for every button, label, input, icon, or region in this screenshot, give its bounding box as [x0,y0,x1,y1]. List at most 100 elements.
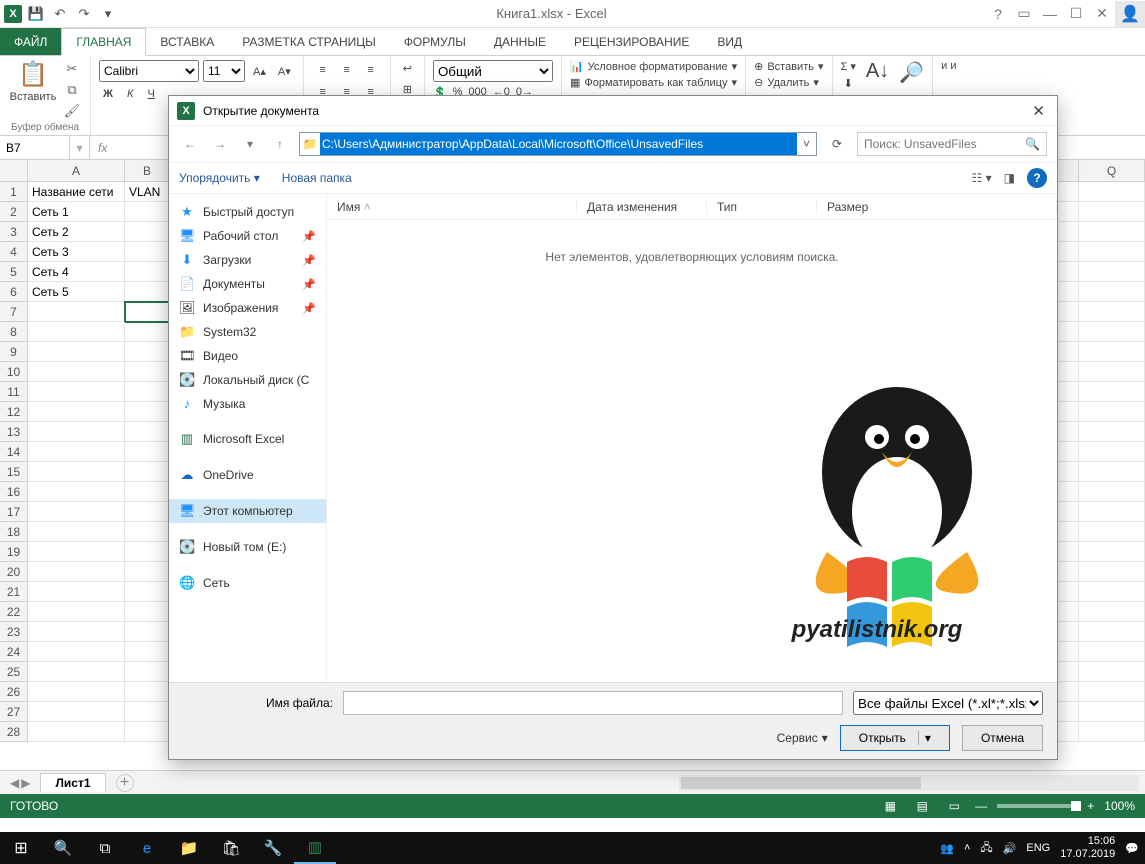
row-header[interactable]: 20 [0,562,28,582]
taskbar-store-icon[interactable]: 🛍 [210,832,252,864]
cell[interactable] [1079,502,1145,522]
cell[interactable] [1079,182,1145,202]
align-bottom-icon[interactable]: ≡ [360,60,382,80]
nav-desktop[interactable]: 🖥Рабочий стол📌 [169,224,326,248]
cell[interactable] [1079,482,1145,502]
cell[interactable] [1079,382,1145,402]
find-select-icon[interactable]: 🔎 [899,60,924,85]
minimize-icon[interactable]: — [1037,1,1063,27]
fill-icon[interactable]: ⬇ [844,77,853,90]
cell[interactable] [125,362,170,382]
nav-localdisk[interactable]: 💽Локальный диск (C [169,368,326,392]
help-icon[interactable]: ? [985,1,1011,27]
nav-up-icon[interactable]: ↑ [269,133,291,155]
nav-quick-access[interactable]: ★Быстрый доступ [169,200,326,224]
cell[interactable] [1079,362,1145,382]
row-header[interactable]: 28 [0,722,28,742]
row-header[interactable]: 10 [0,362,28,382]
name-box[interactable]: B7 [0,136,70,159]
row-header[interactable]: 22 [0,602,28,622]
tab-formulas[interactable]: ФОРМУЛЫ [390,28,480,55]
col-header-b[interactable]: B [125,160,170,182]
cell[interactable] [1079,402,1145,422]
cell[interactable] [125,302,170,322]
row-header[interactable]: 7 [0,302,28,322]
cell[interactable] [28,622,125,642]
qat-undo[interactable]: ↶ [50,4,70,24]
cancel-button[interactable]: Отмена [962,725,1043,751]
cell[interactable] [125,642,170,662]
preview-pane-icon[interactable]: ◨ [1004,171,1015,185]
cell[interactable] [125,282,170,302]
row-header[interactable]: 24 [0,642,28,662]
organize-button[interactable]: Упорядочить ▾ [179,171,260,185]
new-folder-button[interactable]: Новая папка [282,171,352,185]
row-header[interactable]: 18 [0,522,28,542]
cell[interactable] [1079,282,1145,302]
cell[interactable]: Сеть 1 [28,202,125,222]
ribbon-collapse-icon[interactable]: ▭ [1011,1,1037,27]
number-format-select[interactable]: Общий [433,60,553,82]
cell[interactable] [1079,242,1145,262]
cell[interactable] [125,462,170,482]
maximize-icon[interactable]: ☐ [1063,1,1089,27]
cell[interactable] [28,542,125,562]
add-sheet-button[interactable]: + [116,774,134,792]
nav-downloads[interactable]: ⬇Загрузки📌 [169,248,326,272]
cell[interactable] [28,562,125,582]
cell[interactable] [125,322,170,342]
cell[interactable] [28,502,125,522]
cell[interactable]: Название сети [28,182,125,202]
nav-system32[interactable]: 📁System32 [169,320,326,344]
bold-button[interactable]: Ж [99,86,117,102]
tray-up-icon[interactable]: ˄ [964,842,970,854]
row-header[interactable]: 12 [0,402,28,422]
row-header[interactable]: 14 [0,442,28,462]
tab-file[interactable]: ФАЙЛ [0,28,61,55]
cell[interactable]: Сеть 2 [28,222,125,242]
tray-people-icon[interactable]: 👥 [940,842,954,855]
view-page-break-icon[interactable]: ▭ [943,797,965,815]
cell[interactable]: VLAN [125,182,170,202]
cell[interactable]: Сеть 5 [28,282,125,302]
cell[interactable] [125,522,170,542]
row-header[interactable]: 4 [0,242,28,262]
row-header[interactable]: 3 [0,222,28,242]
sheet-nav-next-icon[interactable]: ▶ [21,776,30,790]
cell[interactable] [1079,642,1145,662]
italic-button[interactable]: К [123,86,137,102]
row-header[interactable]: 1 [0,182,28,202]
filename-input[interactable] [343,691,843,715]
tab-review[interactable]: РЕЦЕНЗИРОВАНИЕ [560,28,703,55]
tab-view[interactable]: ВИД [703,28,756,55]
autosum-icon[interactable]: Σ ▾ [841,60,856,73]
nav-back-icon[interactable]: ← [179,133,201,155]
task-view-icon[interactable]: ⧉ [84,832,126,864]
close-window-icon[interactable]: ✕ [1089,1,1115,27]
cell[interactable] [125,422,170,442]
col-size[interactable]: Размер [817,200,1057,214]
search-icon[interactable]: 🔍 [42,832,84,864]
file-type-select[interactable]: Все файлы Excel (*.xl*;*.xlsx;*.xl [853,691,1043,715]
nav-network[interactable]: 🌐Сеть [169,571,326,595]
cell[interactable] [125,202,170,222]
tray-sound-icon[interactable]: 🔊 [1003,842,1017,855]
cell[interactable]: Сеть 4 [28,262,125,282]
taskbar-edge-icon[interactable]: e [126,832,168,864]
cell[interactable] [1079,342,1145,362]
user-icon[interactable]: 👤 [1115,1,1145,27]
cell[interactable] [125,502,170,522]
tray-notifications-icon[interactable]: 💬 [1125,842,1139,855]
nav-onedrive[interactable]: ☁OneDrive [169,463,326,487]
cell[interactable] [1079,302,1145,322]
row-header[interactable]: 2 [0,202,28,222]
cell[interactable] [1079,722,1145,742]
cell[interactable] [125,602,170,622]
row-header[interactable]: 21 [0,582,28,602]
zoom-slider[interactable] [997,804,1077,808]
row-header[interactable]: 13 [0,422,28,442]
col-date[interactable]: Дата изменения [577,200,707,214]
row-header[interactable]: 19 [0,542,28,562]
cell[interactable] [1079,622,1145,642]
cell[interactable] [1079,462,1145,482]
